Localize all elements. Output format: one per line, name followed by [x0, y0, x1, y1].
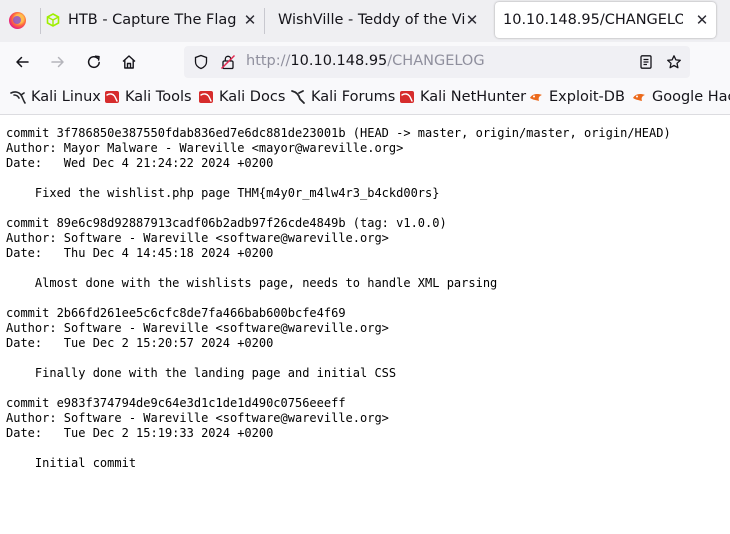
- bookmark-kali-docs[interactable]: Kali Docs: [198, 89, 285, 105]
- url-scheme: http://: [246, 53, 291, 69]
- bookmark-kali-linux[interactable]: Kali Linux: [10, 89, 101, 105]
- kali-forums-icon: [291, 90, 305, 104]
- url-path: /CHANGELOG: [387, 53, 485, 69]
- bookmark-kali-nethunter[interactable]: Kali NetHunter: [399, 89, 526, 105]
- bookmark-label: Kali Tools: [125, 89, 192, 105]
- back-button[interactable]: [10, 50, 34, 74]
- bookmark-google-hacking-db[interactable]: Google Hacking DB: [631, 89, 730, 105]
- reload-button[interactable]: [82, 50, 106, 74]
- close-icon[interactable]: ✕: [692, 10, 712, 30]
- tab-title: WishVille - Teddy of the Ville: [278, 12, 466, 28]
- home-icon: [122, 55, 136, 69]
- kali-red-dragon-icon: [199, 91, 213, 103]
- close-icon[interactable]: ✕: [240, 10, 260, 30]
- kali-red-dragon-icon: [105, 91, 119, 103]
- tab-strip: HTB - Capture The Flag ✕ WishVille - Ted…: [0, 0, 730, 42]
- tab-title: HTB - Capture The Flag: [68, 12, 237, 28]
- arrow-left-icon: [16, 56, 29, 68]
- browser-window: HTB - Capture The Flag ✕ WishVille - Ted…: [0, 0, 730, 534]
- bookmark-label: Kali Linux: [31, 89, 101, 105]
- navigation-toolbar: http://10.10.148.95/CHANGELOG: [0, 42, 730, 82]
- reader-view-icon[interactable]: [638, 54, 654, 70]
- url-bar[interactable]: http://10.10.148.95/CHANGELOG: [184, 46, 690, 78]
- kali-dragon-icon: [10, 91, 26, 104]
- tab-separator: [40, 8, 41, 34]
- url-text[interactable]: http://10.10.148.95/CHANGELOG: [246, 53, 485, 69]
- reload-icon: [87, 55, 100, 69]
- bookmark-kali-forums[interactable]: Kali Forums: [290, 89, 395, 105]
- home-button[interactable]: [117, 50, 141, 74]
- arrow-right-icon: [51, 56, 64, 68]
- bookmark-kali-tools[interactable]: Kali Tools: [104, 89, 192, 105]
- kali-red-dragon-icon: [400, 91, 414, 103]
- bookmark-exploit-db[interactable]: Exploit-DB: [528, 89, 625, 105]
- exploit-db-icon: [633, 94, 645, 101]
- close-icon[interactable]: ✕: [462, 10, 482, 30]
- star-bookmark-icon[interactable]: [666, 54, 682, 70]
- exploit-db-icon: [530, 94, 542, 101]
- page-content: commit 3f786850e387550fdab836ed7e6dc881d…: [0, 115, 730, 534]
- tab-wishville[interactable]: WishVille - Teddy of the Ville ✕: [270, 2, 488, 38]
- insecure-lock-icon[interactable]: [220, 54, 236, 70]
- shield-icon[interactable]: [193, 54, 209, 70]
- bookmark-label: Kali Docs: [219, 89, 286, 105]
- firefox-menu-icon[interactable]: [9, 12, 26, 29]
- tab-title: 10.10.148.95/CHANGELOG: [503, 12, 683, 28]
- tab-htb[interactable]: HTB - Capture The Flag ✕: [46, 2, 264, 38]
- bookmark-label: Google Hacking DB: [652, 89, 730, 105]
- tab-changelog[interactable]: 10.10.148.95/CHANGELOG ✕: [495, 2, 716, 38]
- url-host: 10.10.148.95: [290, 53, 388, 69]
- htb-cube-icon: [46, 13, 60, 27]
- bookmark-label: Kali NetHunter: [420, 89, 527, 105]
- bookmarks-toolbar: Kali Linux Kali Tools Kali Docs Kali For…: [0, 82, 730, 115]
- forward-button[interactable]: [46, 50, 70, 74]
- changelog-text: commit 3f786850e387550fdab836ed7e6dc881d…: [6, 126, 671, 470]
- bookmark-label: Exploit-DB: [549, 89, 625, 105]
- bookmark-label: Kali Forums: [311, 89, 396, 105]
- tab-separator: [264, 8, 265, 34]
